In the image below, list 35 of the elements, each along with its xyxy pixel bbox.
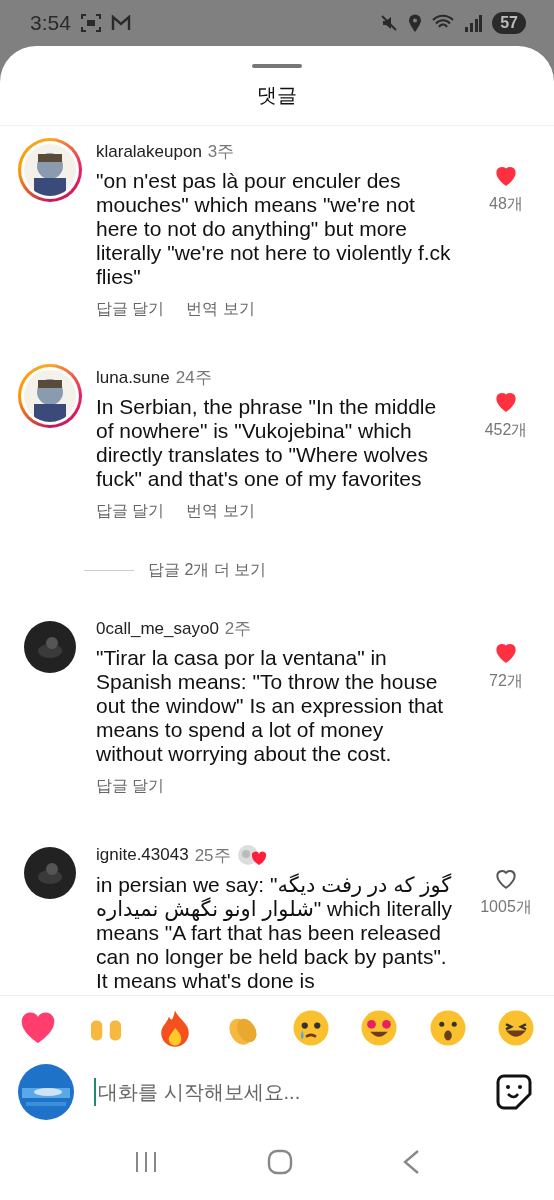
back-icon[interactable] [401,1149,420,1175]
comment-text: "Tirar la casa por la ventana" in Spanish means: "To throw the house out the window" Is an expression that means to spend a lot of money without worrying about the cost. [96,646,445,766]
comment-age: 3주 [207,141,235,163]
signal-icon [464,14,483,32]
like-count: 1005개 [480,897,532,917]
like-count: 452개 [484,420,528,440]
comment-action-link[interactable]: 답글 달기 [96,776,165,797]
username[interactable]: luna.sune [96,367,170,388]
mute-icon [380,14,399,32]
like-count: 72개 [489,671,523,691]
comment-action-link[interactable]: 번역 보기 [186,299,255,320]
battery-indicator: 57 [492,12,526,34]
screenshot-icon [80,14,101,32]
mail-icon [110,15,131,31]
drag-handle[interactable] [252,64,302,68]
username[interactable]: klaralakeupon [96,141,202,162]
home-icon[interactable] [267,1149,293,1175]
like-count: 48개 [489,194,523,214]
comment-action-link[interactable]: 답글 달기 [96,299,165,320]
comment-action-link[interactable]: 번역 보기 [186,501,255,522]
comment-age: 24주 [175,367,212,389]
recent-apps-icon[interactable] [134,1150,159,1174]
sheet-title: 댓글 [0,82,554,126]
location-icon [408,14,423,32]
username[interactable]: ignite.43043 [96,845,189,865]
comment-age: 2주 [224,618,252,640]
comment-text: in persian we say: "گوز که در رفت دیگه شلوار اونو نگهش نمیداره" which literally means "A fart that has been released can no longer be held back by pants". It means what's done is [96,873,453,993]
sticker-icon[interactable] [496,1074,532,1110]
username[interactable]: 0call_me_sayo0 [96,618,219,639]
comment-text: "on n'est pas là pour enculer des mouches" which means "we're not here to not do anything" but more literally "we're not here to violently f.ck flies" [96,169,452,289]
view-replies-link[interactable]: 답글 2개 더 보기 [148,560,267,581]
comment-text: In Serbian, the phrase "In the middle of nowhere" is "Vukojebina" which directly translates to "Where wolves fuck" and that's one of my favorites [96,395,438,491]
comment-action-link[interactable]: 답글 달기 [96,501,165,522]
status-time: 3:54 [30,11,71,35]
comment-age: 25주 [194,844,231,867]
